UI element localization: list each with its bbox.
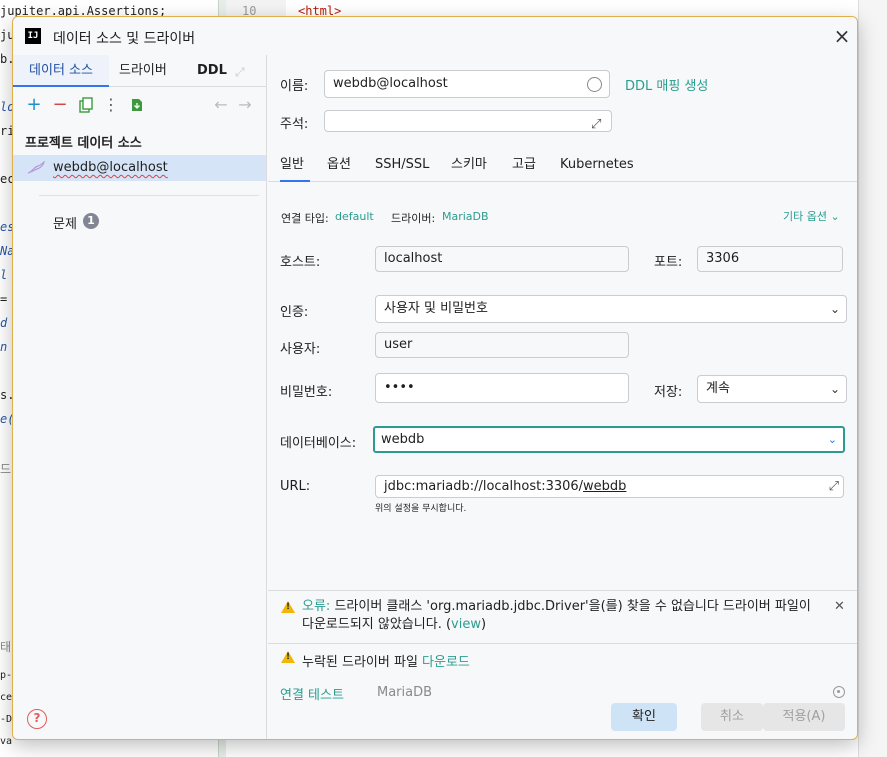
close-icon[interactable]: ✕: [834, 599, 845, 614]
user-label: 사용자:: [280, 342, 321, 357]
tab-schemas[interactable]: 스키마: [451, 152, 487, 182]
error-suffix: ): [480, 617, 487, 632]
name-label: 이름:: [280, 79, 309, 94]
warning-icon: [281, 651, 295, 663]
status-icon: [833, 686, 845, 698]
error-message: 오류: 드라이버 클래스 'org.mariadb.jdbc.Driver'을(…: [302, 598, 822, 634]
right-pane: 이름: webdb@localhost DDL 매핑 생성 주석: ⤢ 일반 옵…: [268, 55, 857, 739]
project-data-sources-header: 프로젝트 데이터 소스: [25, 136, 142, 151]
driver-value[interactable]: MariaDB: [442, 210, 489, 223]
url-hint: 위의 설정을 무시합니다.: [375, 504, 467, 514]
chevron-down-icon: ⌄: [829, 302, 840, 316]
auth-select[interactable]: 사용자 및 비밀번호 ⌄: [375, 295, 847, 323]
ddl-mapping-link[interactable]: DDL 매핑 생성: [625, 75, 708, 94]
database-label: 데이터베이스:: [280, 436, 357, 451]
save-value: 계속: [706, 381, 730, 396]
other-options-label: 기타 옵션: [783, 210, 827, 223]
settings-tabs: 일반 옵션 SSH/SSL 스키마 고급 Kubernetes: [268, 152, 857, 182]
url-input[interactable]: jdbc:mariadb://localhost:3306/webdb ⤢: [375, 475, 844, 498]
apply-button[interactable]: 적용(A): [763, 703, 845, 731]
problems-label[interactable]: 문제: [53, 213, 77, 232]
download-link[interactable]: 다운로드: [422, 655, 470, 670]
left-tabs: 데이터 소스 드라이버 DDL ⤢: [13, 55, 267, 87]
chevron-down-icon: ⌄: [829, 382, 840, 396]
password-label: 비밀번호:: [280, 385, 333, 400]
auth-value: 사용자 및 비밀번호: [384, 301, 488, 316]
host-label: 호스트:: [280, 255, 321, 270]
data-source-label: webdb@localhost: [53, 160, 168, 175]
save-select[interactable]: 계속 ⌄: [697, 375, 847, 403]
intellij-logo-icon: IJ: [25, 28, 41, 44]
missing-driver-message: 누락된 드라이버 파일 다운로드: [302, 651, 470, 670]
dialog-titlebar: IJ 데이터 소스 및 드라이버 ×: [13, 17, 857, 55]
comment-input[interactable]: ⤢: [324, 110, 612, 132]
save-label: 저장:: [654, 385, 683, 400]
tab-data-sources[interactable]: 데이터 소스: [13, 55, 109, 87]
error-text: 드라이버 클래스 'org.mariadb.jdbc.Driver'을(를) 찾…: [302, 599, 811, 632]
error-prefix: 오류:: [302, 599, 331, 614]
tab-ssh-ssl[interactable]: SSH/SSL: [375, 152, 429, 182]
name-value: webdb@localhost: [333, 76, 448, 91]
chevron-down-icon[interactable]: ⌄: [828, 428, 837, 451]
url-label: URL:: [280, 479, 311, 494]
ok-button[interactable]: 확인: [611, 703, 677, 731]
tab-drivers[interactable]: 드라이버: [119, 55, 179, 87]
host-input[interactable]: localhost: [375, 246, 629, 272]
tab-ddl[interactable]: DDL: [197, 55, 227, 87]
import-icon[interactable]: [127, 95, 147, 115]
tab-options[interactable]: 옵션: [327, 152, 351, 182]
chevron-down-icon: ⌄: [830, 210, 840, 223]
test-connection-link[interactable]: 연결 테스트: [280, 684, 344, 703]
dialog-title: 데이터 소스 및 드라이버: [53, 31, 196, 47]
comment-label: 주석:: [280, 117, 309, 132]
test-driver-label: MariaDB: [377, 685, 433, 700]
port-label: 포트:: [654, 255, 683, 270]
database-value: webdb: [381, 432, 425, 447]
name-input[interactable]: webdb@localhost: [324, 70, 610, 98]
copy-icon[interactable]: [76, 95, 96, 115]
left-pane: 데이터 소스 드라이버 DDL ⤢ + − ⋮ ← → 프로젝트 데이터 소스 …: [13, 55, 267, 739]
driver-error-box: 오류: 드라이버 클래스 'org.mariadb.jdbc.Driver'을(…: [268, 591, 857, 643]
close-icon[interactable]: ×: [831, 25, 853, 47]
help-icon[interactable]: ?: [27, 709, 47, 729]
url-database: webdb: [583, 479, 627, 494]
arrow-left-icon[interactable]: ←: [211, 95, 231, 115]
password-input[interactable]: ••••: [375, 373, 629, 403]
expand-icon[interactable]: ⤢: [235, 65, 249, 79]
arrow-right-icon[interactable]: →: [235, 95, 255, 115]
missing-driver-text: 누락된 드라이버 파일: [302, 655, 423, 670]
url-prefix: jdbc:mariadb://localhost:3306/: [384, 479, 584, 494]
add-icon[interactable]: +: [24, 95, 44, 115]
tab-advanced[interactable]: 고급: [512, 152, 536, 182]
driver-label: 드라이버:: [391, 212, 436, 225]
more-vertical-icon[interactable]: ⋮: [101, 95, 121, 115]
connection-type-label: 연결 타입:: [281, 212, 329, 225]
expand-icon[interactable]: ⤢: [829, 476, 839, 497]
warning-icon: [281, 601, 295, 613]
divider: [268, 643, 857, 644]
user-input[interactable]: user: [375, 332, 629, 358]
right-tool-strip: [858, 0, 887, 757]
mariadb-icon: [27, 161, 45, 174]
left-toolbar: + − ⋮ ← →: [13, 95, 267, 117]
database-input[interactable]: webdb ⌄: [373, 426, 845, 453]
tab-kubernetes[interactable]: Kubernetes: [560, 152, 634, 182]
tab-general[interactable]: 일반: [280, 152, 310, 182]
cancel-button[interactable]: 취소: [701, 703, 763, 731]
problems-count-badge: 1: [83, 213, 99, 229]
remove-icon[interactable]: −: [50, 95, 70, 115]
other-options-link[interactable]: 기타 옵션 ⌄: [783, 208, 840, 224]
view-link[interactable]: view: [451, 617, 481, 632]
expand-icon[interactable]: ⤢: [591, 113, 601, 131]
port-input[interactable]: 3306: [697, 246, 843, 272]
auth-label: 인증:: [280, 305, 309, 320]
divider: [39, 195, 259, 196]
connection-type-value[interactable]: default: [335, 210, 374, 223]
color-circle-icon[interactable]: [587, 77, 602, 92]
data-source-item-webdb[interactable]: webdb@localhost: [13, 155, 266, 181]
data-sources-dialog: IJ 데이터 소스 및 드라이버 × 데이터 소스 드라이버 DDL ⤢ + −…: [12, 16, 858, 740]
